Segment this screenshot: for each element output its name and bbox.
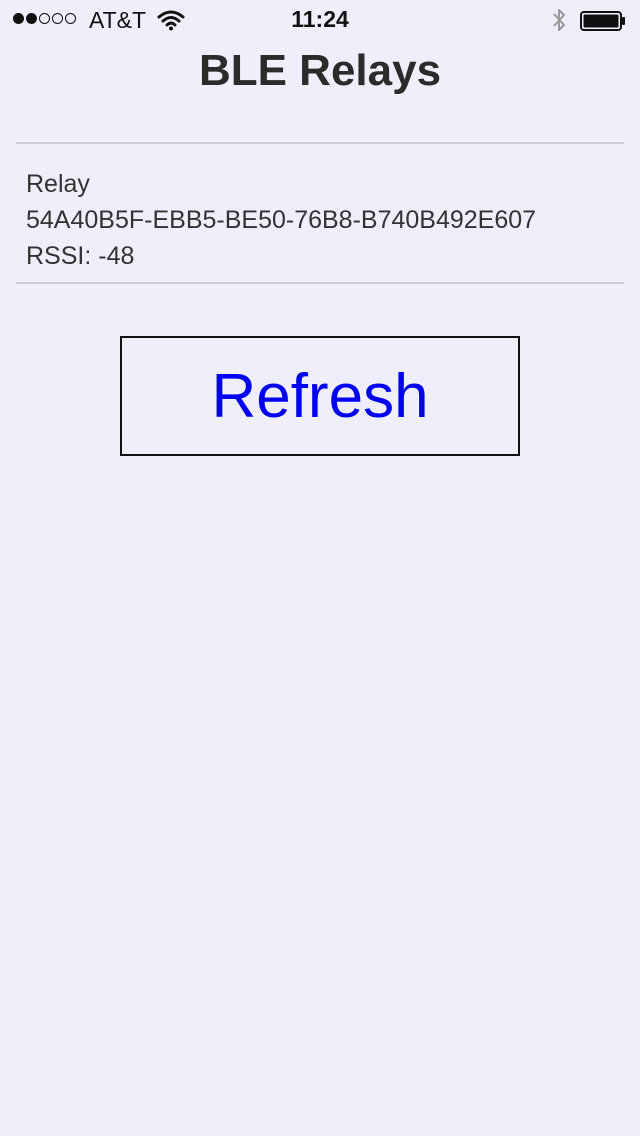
relay-name: Relay — [26, 170, 90, 198]
battery-icon — [580, 11, 625, 31]
status-time: 11:24 — [291, 6, 349, 32]
bluetooth-icon — [553, 9, 565, 31]
list-item[interactable]: Relay 54A40B5F-EBB5-BE50-76B8-B740B492E6… — [26, 166, 626, 274]
divider — [16, 142, 624, 144]
relay-uuid: 54A40B5F-EBB5-BE50-76B8-B740B492E607 — [26, 206, 537, 234]
divider — [16, 282, 624, 284]
status-bar: AT&T 11:24 — [0, 0, 640, 40]
refresh-button[interactable]: Refresh — [120, 336, 520, 456]
page-title: BLE Relays — [198, 46, 442, 95]
relay-rssi: RSSI: -48 — [26, 242, 135, 270]
